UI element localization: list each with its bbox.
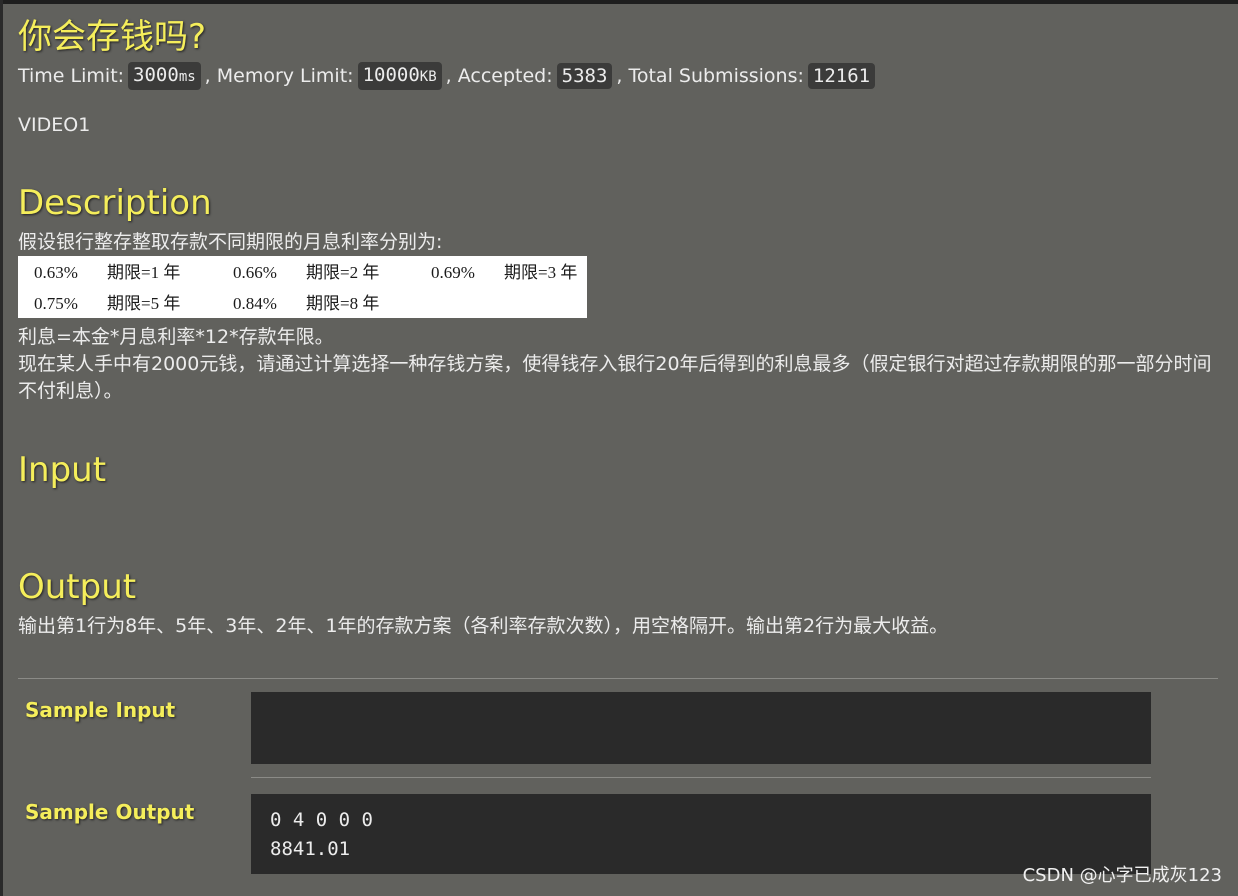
description-task: 现在某人手中有2000元钱，请通过计算选择一种存钱方案，使得钱存入银行20年后得… bbox=[18, 353, 1212, 402]
rate-value: 0.63% bbox=[34, 263, 78, 282]
time-limit-unit: ms bbox=[178, 69, 196, 85]
total-submissions-label: , Total Submissions: bbox=[616, 65, 804, 87]
accepted-value: 5383 bbox=[556, 63, 613, 89]
memory-limit-label: , Memory Limit: bbox=[204, 65, 354, 87]
memory-limit-unit: KB bbox=[419, 69, 437, 85]
description-heading: Description bbox=[18, 183, 212, 223]
rate-term: 期限=2 年 bbox=[306, 263, 380, 282]
rate-value: 0.84% bbox=[233, 294, 277, 313]
accepted-label: , Accepted: bbox=[445, 65, 553, 87]
memory-limit-value: 10000KB bbox=[357, 62, 442, 90]
rate-term: 期限=1 年 bbox=[107, 263, 181, 282]
output-heading: Output bbox=[18, 567, 137, 607]
description-formula: 利息=本金*月息利率*12*存款年限。 bbox=[18, 326, 334, 348]
total-submissions-value: 12161 bbox=[807, 63, 876, 89]
section-divider bbox=[18, 678, 1218, 679]
sample-output-label: Sample Output bbox=[25, 800, 195, 824]
time-limit-value: 3000ms bbox=[128, 62, 201, 90]
problem-title: 你会存钱吗? bbox=[18, 17, 207, 57]
top-border bbox=[0, 0, 1238, 4]
sample-input-box[interactable] bbox=[251, 692, 1151, 764]
description-intro: 假设银行整存整取存款不同期限的月息利率分别为: bbox=[18, 231, 443, 253]
sample-input-label: Sample Input bbox=[25, 698, 176, 722]
sample-divider bbox=[251, 777, 1151, 778]
output-description: 输出第1行为8年、5年、3年、2年、1年的存款方案（各利率存款次数），用空格隔开… bbox=[18, 615, 949, 637]
sample-output-box[interactable]: 0 4 0 0 0 8841.01 bbox=[251, 794, 1151, 874]
time-limit-label: Time Limit: bbox=[18, 65, 125, 87]
csdn-watermark: CSDN @心字已成灰123 bbox=[1022, 865, 1222, 886]
rate-table-image: 0.63% 期限=1 年 0.66% 期限=2 年 0.69% 期限=3 年 0… bbox=[18, 256, 587, 318]
problem-source: VIDEO1 bbox=[18, 114, 91, 136]
rate-term: 期限=3 年 bbox=[504, 263, 578, 282]
rate-value: 0.69% bbox=[431, 263, 475, 282]
rate-term: 期限=8 年 bbox=[306, 294, 380, 313]
rate-value: 0.66% bbox=[233, 263, 277, 282]
input-heading: Input bbox=[18, 450, 107, 490]
rate-value: 0.75% bbox=[34, 294, 78, 313]
left-border bbox=[0, 0, 3, 896]
problem-limits: Time Limit: 3000ms , Memory Limit: 10000… bbox=[18, 62, 879, 90]
rate-term: 期限=5 年 bbox=[107, 294, 181, 313]
